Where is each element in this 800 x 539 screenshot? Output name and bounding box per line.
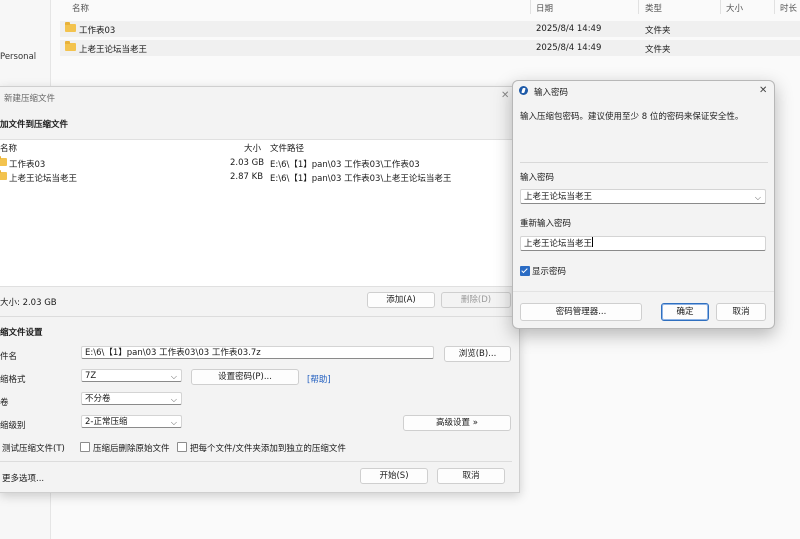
each-separate-label: 把每个文件/文件夹添加到独立的压缩文件: [190, 444, 346, 454]
volume-label: 卷: [0, 398, 9, 408]
column-header: 名称 日期 类型 大小 时长: [60, 0, 800, 14]
header-path[interactable]: 文件路径: [270, 142, 304, 154]
reenter-password-input[interactable]: 上老王论坛当老王: [520, 236, 766, 251]
file-name: 上老王论坛当老王: [79, 45, 148, 55]
item-size: 2.87 KB: [230, 172, 264, 182]
file-date: 2025/8/4 14:49: [536, 24, 602, 34]
level-value: 2-正常压缩: [85, 417, 128, 427]
folder-icon: [0, 156, 7, 168]
file-row[interactable]: 工作表03 2025/8/4 14:49 文件夹: [60, 21, 800, 37]
list-item[interactable]: 上老王论坛当老王 2.87 KB E:\6\【1】pan\03 工作表03\上老…: [0, 170, 513, 185]
format-select[interactable]: 7Z ⌵: [81, 369, 182, 382]
filename-label: 件名: [0, 352, 18, 362]
file-name: 工作表03: [79, 26, 116, 36]
close-icon[interactable]: ✕: [501, 90, 509, 101]
file-row[interactable]: 上老王论坛当老王 2025/8/4 14:49 文件夹: [60, 40, 800, 56]
archive-path-input[interactable]: E:\6\【1】pan\03 工作表03\03 工作表03.7z: [81, 346, 434, 359]
format-label: 缩格式: [0, 375, 26, 385]
volume-select[interactable]: 不分卷 ⌵: [81, 392, 182, 405]
file-type: 文件夹: [645, 26, 671, 36]
level-select[interactable]: 2-正常压缩 ⌵: [81, 415, 182, 428]
enter-password-label: 输入密码: [520, 173, 555, 183]
app-icon: [519, 86, 528, 95]
item-size: 2.03 GB: [230, 158, 265, 168]
text-cursor: [592, 237, 594, 247]
delete-after-checkbox[interactable]: [80, 442, 90, 452]
volume-value: 不分卷: [85, 394, 111, 404]
chevron-down-icon: ⌵: [754, 193, 761, 202]
ok-button[interactable]: 确定: [661, 303, 709, 321]
reenter-password-label: 重新输入密码: [520, 219, 572, 229]
close-icon[interactable]: ✕: [759, 85, 767, 96]
column-name[interactable]: 名称: [72, 2, 89, 14]
folder-icon: [0, 170, 7, 182]
item-path: E:\6\【1】pan\03 工作表03\工作表03: [270, 160, 420, 170]
show-password-checkbox[interactable]: [520, 266, 530, 276]
chevron-down-icon: ⌵: [170, 418, 177, 427]
add-button[interactable]: 添加(A): [367, 292, 435, 308]
test-archive-option[interactable]: 测试压缩文件(T): [2, 442, 65, 454]
file-date: 2025/8/4 14:49: [536, 43, 602, 53]
header-name[interactable]: 名称: [0, 142, 17, 154]
password-value: 上老王论坛当老王: [524, 192, 593, 202]
file-type: 文件夹: [645, 45, 671, 55]
file-list[interactable]: 名称 大小 文件路径 工作表03 2.03 GB E:\6\【1】pan\03 …: [0, 139, 513, 287]
password-dialog: 输入密码 ✕ 输入压缩包密码。建议使用至少 8 位的密码来保证安全性。 输入密码…: [512, 80, 775, 329]
password-dialog-titlebar[interactable]: 输入密码 ✕: [513, 81, 774, 101]
dialog-title: 新建压缩文件: [4, 94, 56, 104]
list-item[interactable]: 工作表03 2.03 GB E:\6\【1】pan\03 工作表03\工作表03: [0, 156, 513, 171]
section-archive-settings: 缩文件设置: [0, 328, 43, 338]
new-archive-dialog: 新建压缩文件 ✕ 加文件到压缩文件 名称 大小 文件路径 工作表03 2.03 …: [0, 86, 520, 493]
more-options-link[interactable]: 更多选项...: [2, 472, 44, 484]
help-link[interactable]: [帮助]: [307, 373, 331, 385]
cancel-button[interactable]: 取消: [716, 303, 766, 321]
cancel-button[interactable]: 取消: [437, 468, 505, 484]
column-duration[interactable]: 时长: [780, 2, 797, 14]
header-size[interactable]: 大小: [244, 142, 261, 154]
column-size[interactable]: 大小: [726, 2, 743, 14]
nav-item-personal[interactable]: Personal: [0, 52, 36, 62]
delete-after-label: 压缩后删除原始文件: [93, 444, 170, 454]
folder-icon: [65, 41, 76, 53]
password-manager-button[interactable]: 密码管理器...: [520, 303, 642, 321]
chevron-down-icon: ⌵: [170, 395, 177, 404]
advanced-settings-button[interactable]: 高级设置 »: [403, 415, 511, 431]
item-path: E:\6\【1】pan\03 工作表03\上老王论坛当老王: [270, 174, 452, 184]
browse-button[interactable]: 浏览(B)...: [444, 346, 511, 362]
item-name: 上老王论坛当老王: [9, 174, 78, 184]
password-input[interactable]: 上老王论坛当老王 ⌵: [520, 189, 766, 204]
chevron-down-icon: ⌵: [170, 372, 177, 381]
delete-button[interactable]: 删除(D): [441, 292, 511, 308]
format-value: 7Z: [85, 371, 97, 381]
level-label: 缩级别: [0, 421, 26, 431]
show-password-label: 显示密码: [532, 267, 567, 277]
column-type[interactable]: 类型: [645, 2, 662, 14]
set-password-button[interactable]: 设置密码(P)...: [191, 369, 299, 385]
folder-icon: [65, 22, 76, 34]
password-description: 输入压缩包密码。建议使用至少 8 位的密码来保证安全性。: [520, 112, 744, 122]
column-date[interactable]: 日期: [536, 2, 553, 14]
dialog-title: 输入密码: [534, 88, 569, 98]
reenter-password-value: 上老王论坛当老王: [524, 239, 593, 249]
start-button[interactable]: 开始(S): [360, 468, 428, 484]
item-name: 工作表03: [9, 160, 46, 170]
total-size: 大小: 2.03 GB: [0, 298, 57, 308]
section-add-files: 加文件到压缩文件: [0, 120, 69, 130]
each-separate-checkbox[interactable]: [177, 442, 187, 452]
